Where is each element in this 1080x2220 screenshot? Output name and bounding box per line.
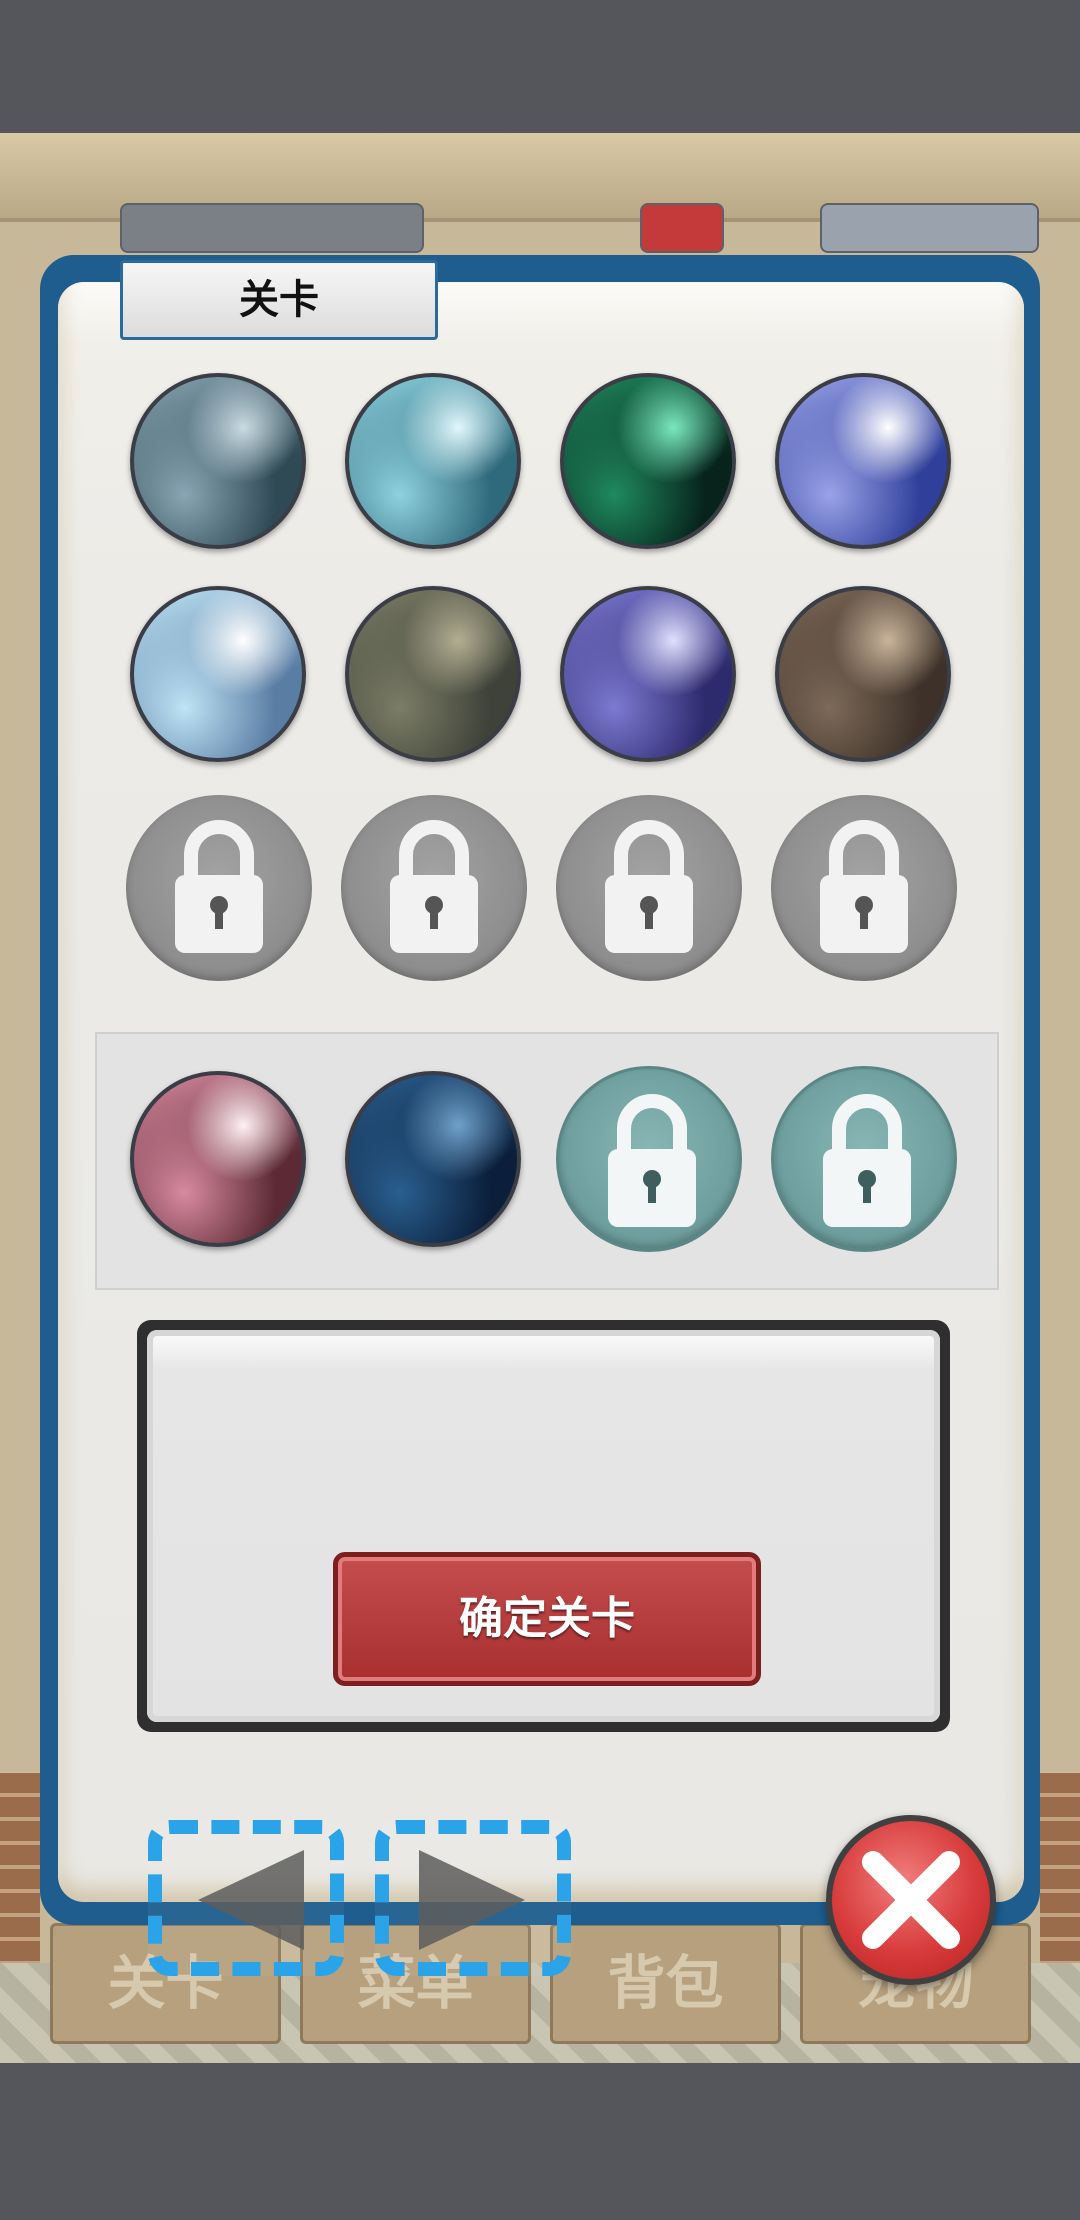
locked-level-2[interactable] — [341, 795, 527, 981]
locked-level-1[interactable] — [126, 795, 312, 981]
lock-icon — [608, 1094, 696, 1227]
lock-icon — [823, 1094, 911, 1227]
level-stone-relief[interactable] — [345, 586, 521, 762]
level-waterfall-sun[interactable] — [775, 373, 951, 549]
lock-icon — [605, 820, 693, 953]
level-ice-cave[interactable] — [345, 373, 521, 549]
locked-level-3[interactable] — [556, 795, 742, 981]
backdrop-tab-bag: 背包 — [550, 1923, 781, 2044]
lock-icon — [820, 820, 908, 953]
level-violet-hall[interactable] — [560, 586, 736, 762]
backdrop-resource-chip — [120, 203, 424, 253]
close-dialog-button[interactable] — [826, 1815, 996, 1985]
backdrop-potion-chip — [640, 203, 724, 253]
level-blue-ruins[interactable] — [345, 1071, 521, 1247]
prev-page-button[interactable] — [148, 1820, 344, 1976]
level-emerald-forest[interactable] — [560, 373, 736, 549]
level-swamp-forest[interactable] — [130, 373, 306, 549]
lock-icon — [390, 820, 478, 953]
confirm-level-button[interactable]: 确定关卡 — [333, 1552, 761, 1686]
dialog-title: 关卡 — [120, 260, 438, 340]
lock-icon — [175, 820, 263, 953]
level-ice-castle[interactable] — [130, 586, 306, 762]
locked-special-level-1[interactable] — [556, 1066, 742, 1252]
backdrop-brick-left — [0, 1773, 40, 1963]
backdrop-brick-right — [1040, 1773, 1080, 1963]
locked-special-level-2[interactable] — [771, 1066, 957, 1252]
backdrop-gem-chip — [820, 203, 1039, 253]
next-page-button[interactable] — [375, 1820, 571, 1976]
level-owl-library[interactable] — [775, 586, 951, 762]
level-pink-throne[interactable] — [130, 1071, 306, 1247]
triangle-right-icon — [419, 1850, 525, 1950]
triangle-left-icon — [198, 1850, 304, 1950]
x-icon — [862, 1851, 960, 1949]
locked-level-4[interactable] — [771, 795, 957, 981]
